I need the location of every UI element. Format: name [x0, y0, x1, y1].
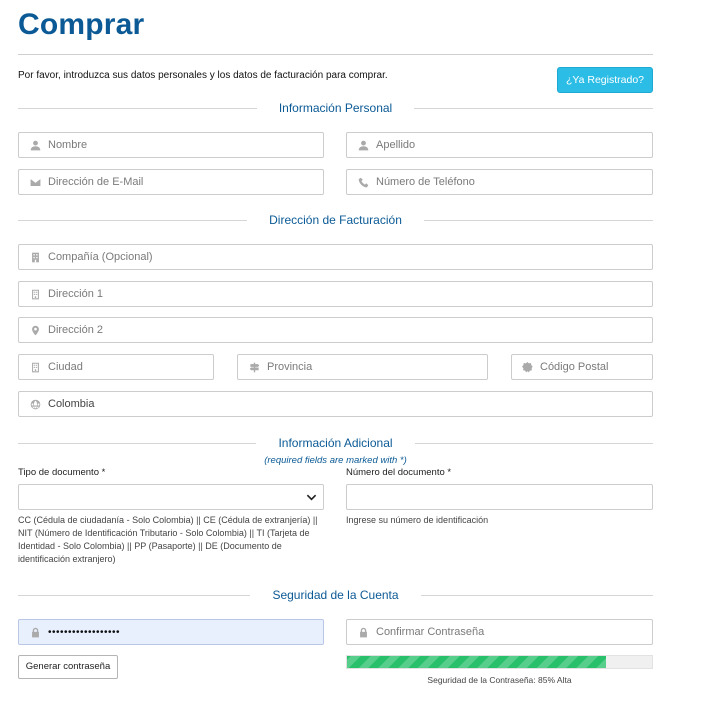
divider [18, 594, 251, 596]
divider [414, 442, 654, 444]
email-field[interactable] [18, 169, 324, 195]
divider [420, 594, 653, 596]
country-select[interactable]: Colombia [18, 391, 653, 417]
phone-input[interactable] [376, 170, 652, 194]
intro-text: Por favor, introduzca sus datos personal… [18, 70, 388, 81]
phone-icon [357, 176, 369, 188]
globe-icon [29, 398, 41, 410]
first-name-input[interactable] [48, 133, 323, 157]
country-value: Colombia [48, 398, 95, 410]
confirm-password-input[interactable] [376, 620, 652, 644]
lock-icon [357, 626, 369, 638]
email-input[interactable] [48, 170, 323, 194]
divider [18, 107, 257, 109]
lock-icon [29, 626, 41, 638]
generate-password-button[interactable]: Generar contraseña [18, 655, 118, 679]
doc-type-label: Tipo de documento * [18, 467, 106, 478]
already-registered-button[interactable]: ¿Ya Registrado? [557, 67, 653, 93]
envelope-icon [29, 176, 41, 188]
map-marker-icon [29, 324, 41, 336]
first-name-field[interactable] [18, 132, 324, 158]
state-field[interactable] [237, 354, 488, 380]
building-icon [29, 251, 41, 263]
company-input[interactable] [48, 245, 652, 269]
divider [18, 219, 248, 221]
building-outline-icon [29, 361, 41, 373]
title-divider [18, 54, 653, 55]
postcode-input[interactable] [540, 355, 682, 379]
doc-type-help: CC (Cédula de ciudadanía - Solo Colombia… [18, 515, 318, 564]
postcode-field[interactable] [511, 354, 682, 380]
section-personal-header: Información Personal [18, 100, 654, 116]
section-additional-header: Información Adicional [18, 435, 654, 451]
phone-field[interactable] [346, 169, 653, 195]
signpost-icon [248, 361, 260, 373]
section-security-header: Seguridad de la Cuenta [18, 587, 653, 603]
section-personal-title: Información Personal [278, 101, 393, 115]
address2-field[interactable] [18, 317, 653, 343]
doc-number-input[interactable] [347, 485, 652, 509]
password-strength-text: Seguridad de la Contraseña: 85% Alta [427, 675, 572, 685]
section-billing-header: Dirección de Facturación [18, 212, 654, 228]
password-strength-fill [347, 656, 607, 668]
address1-input[interactable] [48, 282, 652, 306]
city-field[interactable] [18, 354, 214, 380]
company-field[interactable] [18, 244, 653, 270]
city-input[interactable] [48, 355, 213, 379]
divider [18, 442, 257, 444]
password-field[interactable]: •••••••••••••••••• [18, 619, 324, 645]
divider [414, 107, 654, 109]
last-name-field[interactable] [346, 132, 653, 158]
state-input[interactable] [267, 355, 487, 379]
user-icon [357, 139, 369, 151]
section-additional-title: Información Adicional [278, 436, 393, 450]
building-outline-icon [29, 288, 41, 300]
divider [423, 219, 654, 221]
page-title: Comprar [18, 8, 145, 41]
confirm-password-field[interactable] [346, 619, 653, 645]
password-strength-meter [346, 655, 653, 669]
doc-number-label: Número del documento * [346, 467, 452, 478]
section-billing-title: Dirección de Facturación [269, 213, 402, 227]
address2-input[interactable] [48, 318, 652, 342]
doc-number-help: Ingrese su número de identificación [346, 515, 489, 525]
certificate-icon [522, 361, 533, 373]
doc-type-select[interactable] [18, 484, 324, 510]
chevron-down-icon [306, 494, 317, 501]
doc-number-field[interactable] [346, 484, 653, 510]
address1-field[interactable] [18, 281, 653, 307]
section-security-title: Seguridad de la Cuenta [272, 588, 399, 602]
password-value: •••••••••••••••••• [48, 626, 121, 638]
user-icon [29, 139, 41, 151]
last-name-input[interactable] [376, 133, 652, 157]
required-fields-note: (required fields are marked with *) [264, 455, 407, 466]
